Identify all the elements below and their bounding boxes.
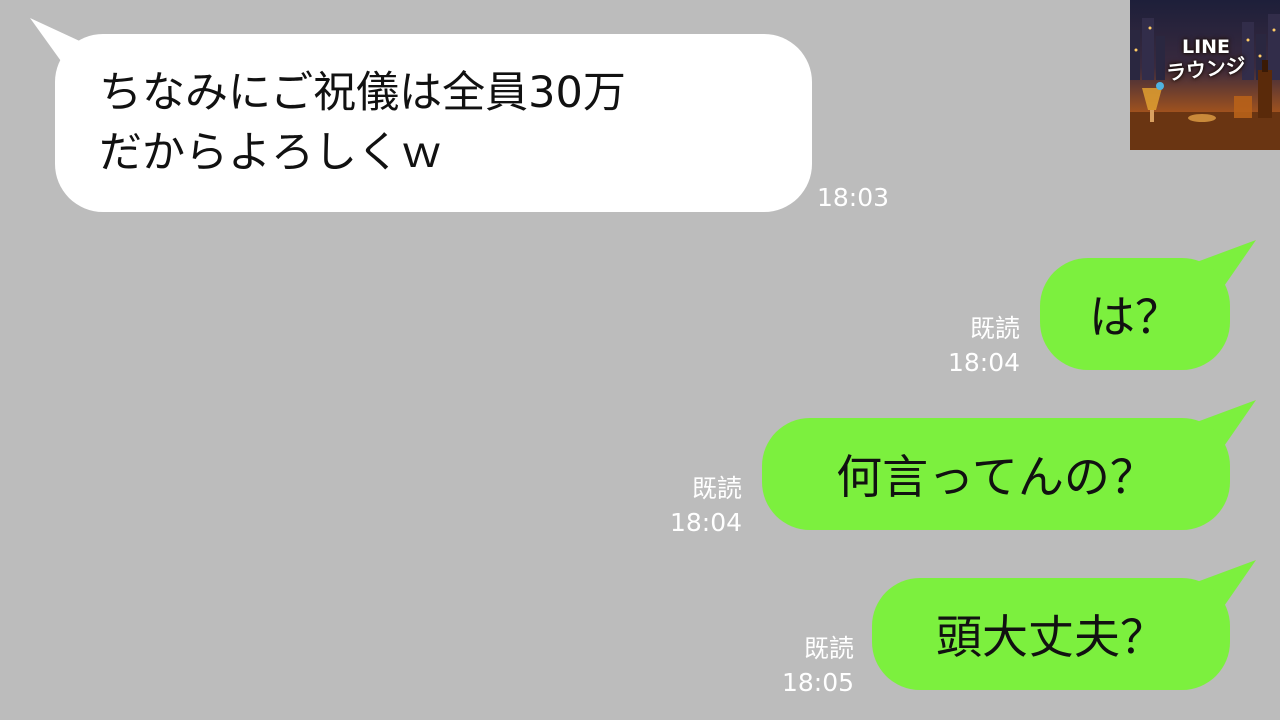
- read-receipt: 既読: [691, 474, 742, 503]
- message-text: ちなみにご祝儀は全員30万 だからよろしくｗ: [99, 68, 626, 178]
- message-timestamp: 18:03: [817, 183, 890, 212]
- message-text: 頭大丈夫？: [936, 610, 1166, 664]
- message-text: は？: [1089, 290, 1181, 344]
- message-meta: 既読 18:05: [754, 632, 854, 700]
- message-timestamp: 18:04: [947, 348, 1020, 377]
- channel-logo: LINE ラウンジ: [1130, 0, 1280, 150]
- message-timestamp: 18:04: [669, 508, 742, 537]
- message-timestamp: 18:05: [781, 668, 854, 697]
- message-text: 何言ってんの？: [836, 450, 1156, 504]
- read-receipt: 既読: [969, 314, 1020, 343]
- outgoing-message-bubble[interactable]: は？: [1040, 258, 1230, 370]
- read-receipt: 既読: [803, 634, 854, 663]
- outgoing-message-bubble[interactable]: 頭大丈夫？: [872, 578, 1230, 690]
- message-meta: 既読 18:04: [642, 472, 742, 540]
- outgoing-message-bubble[interactable]: 何言ってんの？: [762, 418, 1230, 530]
- incoming-message-bubble[interactable]: ちなみにご祝儀は全員30万 だからよろしくｗ: [55, 34, 812, 212]
- channel-logo-text: LINE ラウンジ: [1158, 36, 1254, 85]
- message-meta: 既読 18:04: [920, 312, 1020, 380]
